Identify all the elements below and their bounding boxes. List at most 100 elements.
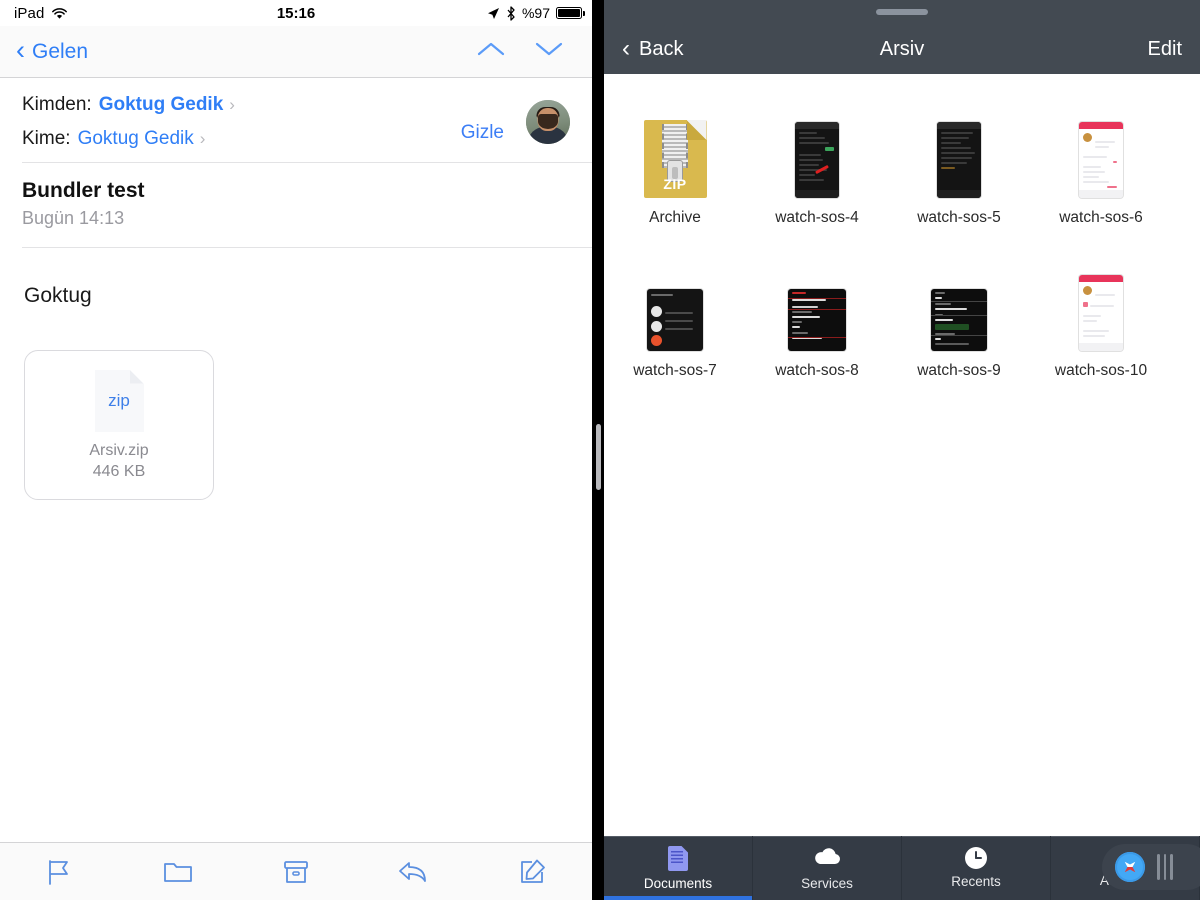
folder-icon: [163, 862, 192, 882]
from-name[interactable]: Goktug Gedik: [99, 94, 224, 116]
to-label: Kime:: [22, 128, 71, 149]
thumbnail: [1079, 251, 1123, 351]
ipad-split-view-screen: iPad 15:16 %97 ‹ Gelen Kimden: Goktug Ge…: [0, 0, 1200, 900]
screenshot-thumbnail: [1079, 122, 1123, 198]
drag-handle[interactable]: [876, 9, 928, 15]
file-item-watch-sos-4[interactable]: watch-sos-4: [746, 98, 888, 227]
battery-percent: %97: [521, 5, 550, 21]
mail-navbar: ‹ Gelen: [0, 26, 592, 78]
zip-archive-icon: ZIP: [643, 120, 707, 198]
file-item-watch-sos-5[interactable]: watch-sos-5: [888, 98, 1030, 227]
bluetooth-icon: [506, 5, 516, 21]
chevron-left-icon: ‹: [16, 34, 25, 65]
tab-documents[interactable]: Documents: [604, 836, 753, 900]
file-item-watch-sos-8[interactable]: watch-sos-8: [746, 251, 888, 380]
attachment-name: Arsiv.zip: [89, 441, 149, 459]
mailbox-back-label: Gelen: [32, 39, 89, 63]
compose-icon: [520, 859, 545, 883]
compose-button[interactable]: [474, 858, 592, 886]
screenshot-thumbnail: [795, 122, 839, 198]
file-item-watch-sos-9[interactable]: watch-sos-9: [888, 251, 1030, 380]
wifi-icon: [51, 7, 68, 20]
file-item-watch-sos-7[interactable]: watch-sos-7: [604, 251, 746, 380]
tab-label: Recents: [951, 874, 1001, 889]
message-date: Bugün 14:13: [22, 208, 125, 228]
device-name: iPad: [14, 4, 45, 22]
move-to-folder-button[interactable]: [118, 859, 236, 885]
chevron-right-icon: ›: [199, 129, 206, 148]
thumbnail: [937, 98, 981, 198]
grip-handle-icon[interactable]: [1157, 854, 1173, 880]
zip-file-icon: zip: [94, 369, 144, 432]
file-label: watch-sos-7: [633, 362, 717, 379]
safari-compass-icon[interactable]: [1115, 852, 1145, 882]
chevron-up-icon[interactable]: [476, 40, 506, 63]
file-label: watch-sos-6: [1059, 209, 1143, 226]
from-row: Kimden: Goktug Gedik ›: [22, 94, 576, 116]
slide-over-dock[interactable]: [1102, 844, 1200, 890]
archive-icon: [284, 860, 308, 883]
edit-button[interactable]: Edit: [1148, 38, 1182, 61]
split-view-drag-handle[interactable]: [596, 424, 601, 490]
reply-button[interactable]: [355, 859, 473, 885]
file-item-watch-sos-6[interactable]: watch-sos-6: [1030, 98, 1172, 227]
zip-badge-label: ZIP: [663, 176, 687, 192]
message-nav-arrows: [476, 40, 576, 63]
thumbnail: [647, 251, 703, 351]
screenshot-thumbnail: [937, 122, 981, 198]
clock-icon: [965, 847, 987, 869]
file-label: watch-sos-9: [917, 362, 1001, 379]
file-label: watch-sos-4: [775, 209, 859, 226]
file-label: watch-sos-5: [917, 209, 1001, 226]
mailbox-back-button[interactable]: ‹ Gelen: [16, 34, 89, 65]
archive-button[interactable]: [237, 858, 355, 886]
file-grid: ZIP Archive watch-sos-4 watch-sos-5 watc…: [604, 74, 1200, 834]
file-label: watch-sos-10: [1054, 362, 1148, 379]
status-bar-right: %97: [487, 5, 585, 21]
thumbnail: [788, 251, 846, 351]
chevron-down-icon[interactable]: [534, 40, 564, 63]
document-icon: [668, 845, 688, 871]
chevron-left-icon: ‹: [622, 34, 630, 62]
file-label: Archive: [649, 209, 701, 226]
tab-services[interactable]: Services: [753, 836, 902, 900]
page-title: Arsiv: [879, 38, 925, 60]
battery-full-icon: [556, 7, 585, 19]
mail-app-pane: iPad 15:16 %97 ‹ Gelen Kimden: Goktug Ge…: [0, 0, 592, 900]
attachment-card[interactable]: zip Arsiv.zip 446 KB: [24, 350, 214, 500]
tab-bar: Documents Services Recents: [604, 836, 1200, 900]
attachment-size: 446 KB: [92, 462, 146, 480]
tab-label: Documents: [643, 875, 713, 891]
documents-back-label: Back: [639, 38, 684, 60]
message-body: Goktug zip Arsiv.zip 446 KB: [0, 248, 592, 500]
thumbnail: [931, 251, 987, 351]
to-name[interactable]: Goktug Gedik: [78, 128, 194, 150]
thumbnail: [1079, 98, 1123, 198]
location-arrow-icon: [487, 7, 500, 20]
chevron-right-icon: ›: [229, 95, 235, 114]
zip-type-label: zip: [108, 390, 130, 410]
thumbnail: ZIP: [643, 98, 707, 198]
message-header: Kimden: Goktug Gedik › Kime: Goktug Gedi…: [0, 78, 592, 150]
tab-label: Services: [801, 875, 853, 891]
documents-app-pane: ‹ Back Arsiv Edit ZIP Archive watch-sos-…: [604, 0, 1200, 900]
status-bar: iPad 15:16 %97: [0, 0, 592, 26]
reply-icon: [399, 861, 427, 882]
file-item-archive[interactable]: ZIP Archive: [604, 98, 746, 227]
message-subject: Bundler test: [22, 179, 145, 202]
tab-recents[interactable]: Recents: [902, 836, 1051, 900]
cloud-icon: [812, 846, 842, 871]
flag-button[interactable]: [0, 858, 118, 886]
file-label: watch-sos-8: [775, 362, 859, 379]
documents-navbar: ‹ Back Arsiv Edit: [604, 0, 1200, 74]
mail-toolbar: [0, 842, 592, 900]
screenshot-thumbnail: [788, 289, 846, 351]
body-text: Goktug: [24, 284, 92, 307]
file-item-watch-sos-10[interactable]: watch-sos-10: [1030, 251, 1172, 380]
documents-back-button[interactable]: ‹ Back: [622, 34, 684, 62]
hide-details-button[interactable]: Gizle: [461, 122, 504, 144]
flag-icon: [49, 859, 69, 885]
screenshot-thumbnail: [647, 289, 703, 351]
status-bar-left: iPad: [14, 5, 68, 22]
thumbnail: [795, 98, 839, 198]
